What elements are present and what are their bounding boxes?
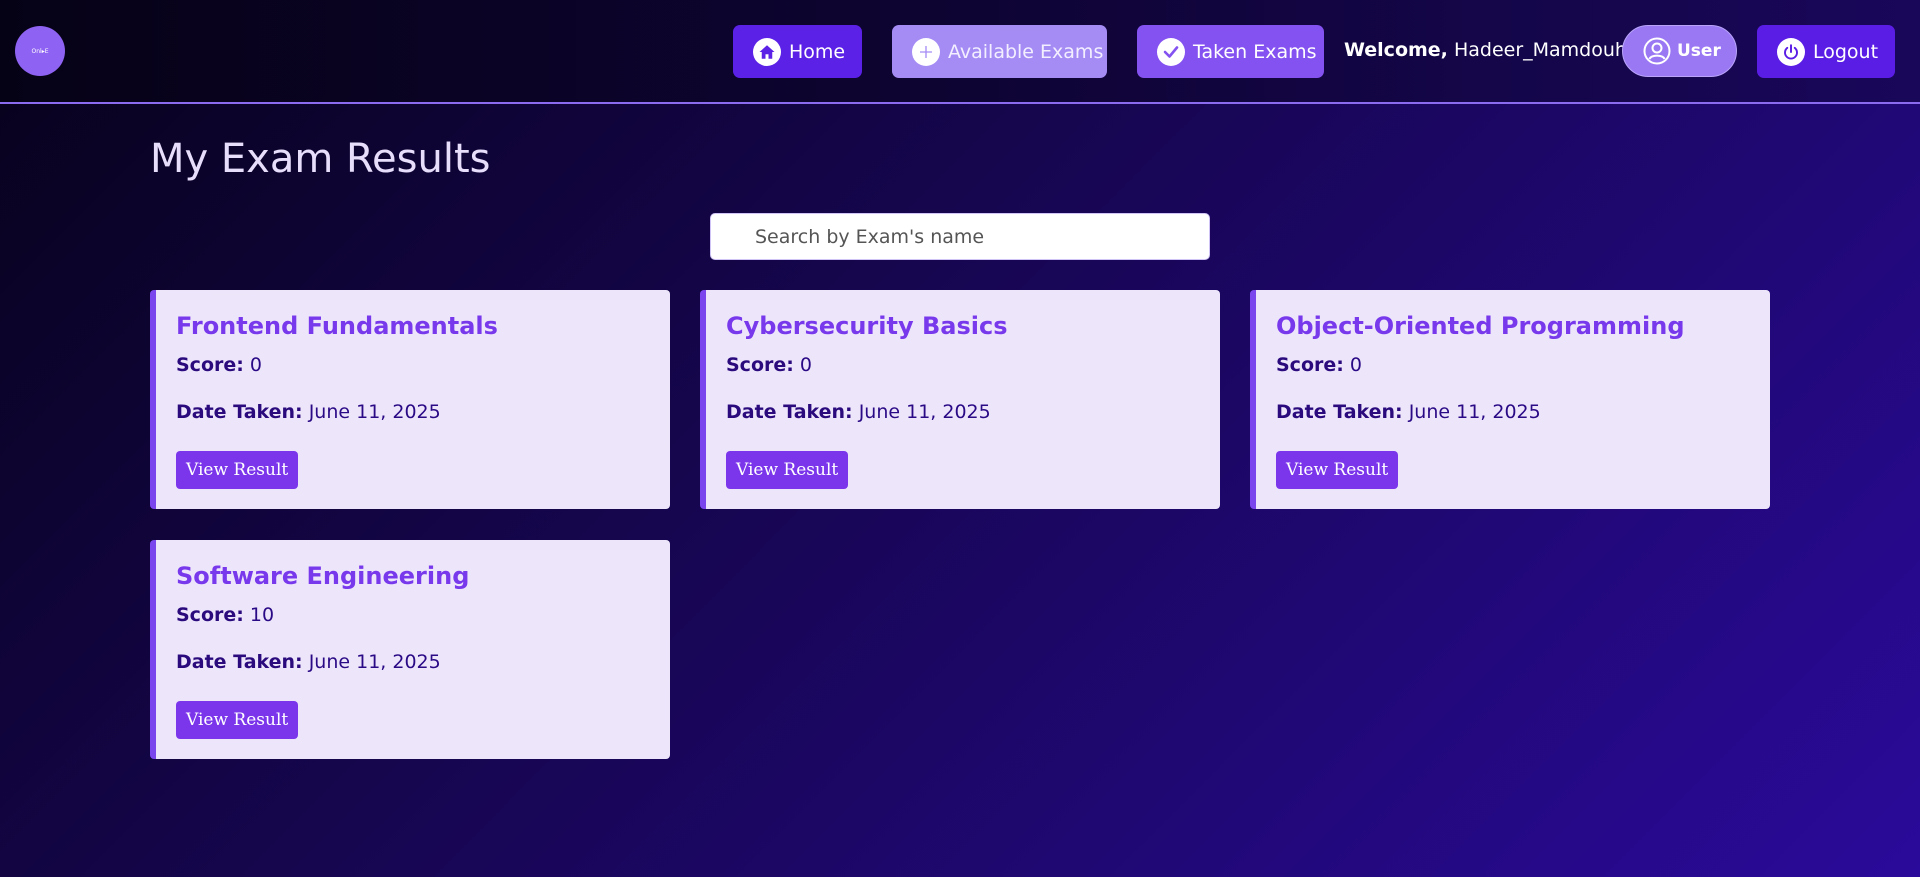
score-value: 0	[249, 354, 262, 376]
score-label: Score:	[176, 604, 244, 626]
date-value: June 11, 2025	[858, 401, 991, 423]
date-label: Date Taken:	[176, 651, 303, 673]
logo-text: Onl▸E	[31, 47, 49, 55]
exam-name: Frontend Fundamentals	[176, 312, 498, 340]
welcome-text: Welcome, Hadeer_Mamdouh	[1344, 39, 1627, 61]
date-value: June 11, 2025	[1408, 401, 1541, 423]
welcome-prefix: Welcome,	[1344, 39, 1448, 61]
score-label: Score:	[176, 354, 244, 376]
view-result-button[interactable]: View Result	[726, 451, 849, 489]
date-line: Date Taken: June 11, 2025	[1276, 401, 1770, 423]
score-value: 0	[799, 354, 812, 376]
exam-name: Object-Oriented Programming	[1276, 312, 1685, 340]
date-label: Date Taken:	[1276, 401, 1403, 423]
check-icon	[1157, 37, 1185, 66]
search-input[interactable]	[710, 213, 1210, 260]
user-button[interactable]: User	[1622, 25, 1737, 77]
page-title: My Exam Results	[150, 136, 491, 182]
home-icon	[753, 37, 781, 66]
power-icon	[1777, 37, 1805, 66]
username: Hadeer_Mamdouh	[1453, 39, 1627, 61]
score-line: Score: 10	[176, 604, 670, 626]
date-value: June 11, 2025	[308, 401, 441, 423]
date-line: Date Taken: June 11, 2025	[726, 401, 1220, 423]
date-line: Date Taken: June 11, 2025	[176, 401, 670, 423]
exam-name: Software Engineering	[176, 562, 470, 590]
user-icon	[1643, 37, 1671, 65]
home-button[interactable]: Home	[733, 25, 862, 78]
plus-icon	[912, 37, 940, 66]
user-label: User	[1677, 41, 1721, 61]
score-line: Score: 0	[176, 354, 670, 376]
view-result-button[interactable]: View Result	[1276, 451, 1399, 489]
view-result-button[interactable]: View Result	[176, 701, 299, 739]
exam-name: Cybersecurity Basics	[726, 312, 1008, 340]
result-card: Cybersecurity Basics Score: 0 Date Taken…	[700, 290, 1220, 509]
date-line: Date Taken: June 11, 2025	[176, 651, 670, 673]
result-card: Software Engineering Score: 10 Date Take…	[150, 540, 670, 759]
score-line: Score: 0	[1276, 354, 1770, 376]
result-card: Object-Oriented Programming Score: 0 Dat…	[1250, 290, 1770, 509]
logo[interactable]: Onl▸E	[15, 26, 65, 76]
score-value: 10	[249, 604, 275, 626]
logout-button[interactable]: Logout	[1757, 25, 1895, 78]
score-line: Score: 0	[726, 354, 1220, 376]
score-label: Score:	[726, 354, 794, 376]
score-value: 0	[1349, 354, 1362, 376]
date-value: June 11, 2025	[308, 651, 441, 673]
result-card: Frontend Fundamentals Score: 0 Date Take…	[150, 290, 670, 509]
available-exams-label: Available Exams	[948, 40, 1104, 63]
score-label: Score:	[1276, 354, 1344, 376]
date-label: Date Taken:	[726, 401, 853, 423]
date-label: Date Taken:	[176, 401, 303, 423]
taken-exams-label: Taken Exams	[1193, 40, 1317, 63]
navbar: Onl▸E Home Available Exams Taken Exams W…	[0, 0, 1920, 104]
home-label: Home	[789, 40, 846, 63]
taken-exams-button[interactable]: Taken Exams	[1137, 25, 1324, 78]
logout-label: Logout	[1813, 40, 1879, 63]
available-exams-button[interactable]: Available Exams	[892, 25, 1107, 78]
view-result-button[interactable]: View Result	[176, 451, 299, 489]
